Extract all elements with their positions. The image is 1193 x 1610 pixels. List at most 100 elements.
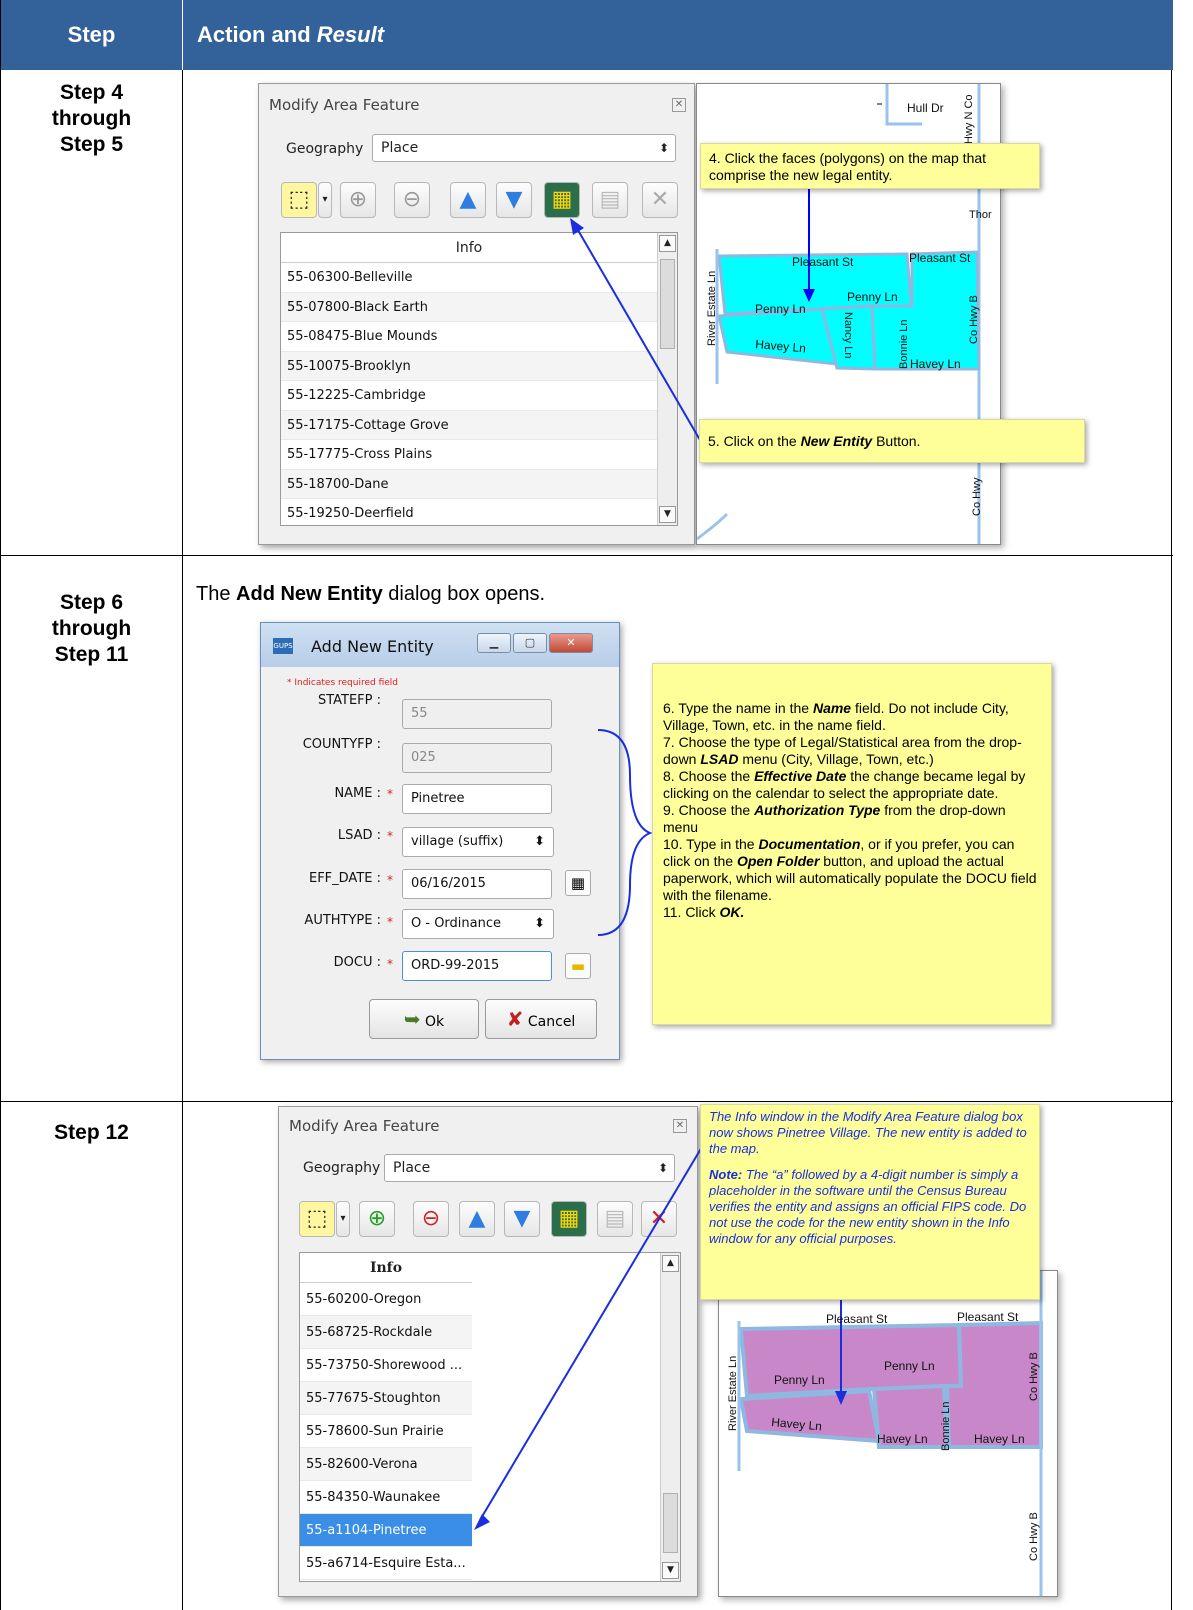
arrow-to-pinetree (474, 1124, 716, 1530)
cancel-icon: ✘ (506, 1007, 524, 1031)
callout-step-4: 4. Click the faces (polygons) on the map… (700, 143, 1040, 189)
map-view-result[interactable]: Pleasant St Pleasant St River Estate Ln … (718, 1270, 1058, 1597)
column-divider (182, 70, 183, 1610)
list-item[interactable]: 55-78600-Sun Prairie (300, 1415, 472, 1448)
map-label: Penny Ln (847, 290, 898, 304)
lsad-select[interactable]: village (suffix) ⬍ (402, 827, 554, 857)
map-label: Pleasant St (909, 251, 971, 265)
dialog-title: Modify Area Feature (289, 1117, 440, 1135)
docu-field[interactable]: ORD-99-2015 (402, 951, 552, 981)
row-divider (1, 555, 1173, 556)
list-item[interactable]: 55-68725-Rockdale (300, 1316, 472, 1349)
field-label: DOCU : (333, 955, 381, 970)
field-label: AUTHTYPE : (304, 913, 381, 928)
page: Step Action and Result Step 4 through Step… (0, 0, 1193, 1610)
geography-label: Geography (286, 141, 364, 157)
field-label: EFF_DATE : (308, 871, 381, 886)
map-label: Co Hwy (971, 477, 983, 516)
chevron-down-icon[interactable]: ▾ (336, 1201, 350, 1237)
list-item[interactable]: 55-a6714-Esquire Esta... (300, 1547, 472, 1580)
field-label: STATEFP : (317, 693, 381, 708)
field-label: NAME : (334, 786, 381, 801)
list-item[interactable]: 55-18700-Dane (281, 469, 657, 499)
map-label: Pleasant St (826, 1312, 888, 1326)
map-label: Co Hwy B (1028, 1512, 1040, 1561)
remove-icon[interactable]: ⊖ (394, 182, 430, 218)
row-divider (1, 1101, 1173, 1102)
required-note: * Indicates required field (287, 678, 399, 688)
required-mark: * (387, 957, 393, 971)
app-icon: GUPS (273, 638, 293, 654)
field-label: LSAD : (337, 828, 381, 843)
ok-icon: ➥ (403, 1007, 421, 1031)
close-icon[interactable]: ✕ (672, 98, 686, 112)
map-label: Pleasant St (792, 255, 854, 269)
scroll-down-icon[interactable]: ▼ (662, 1562, 679, 1579)
map-label: Hull Dr (907, 101, 944, 115)
remove-icon[interactable]: ⊖ (413, 1201, 449, 1237)
calendar-icon[interactable]: ▦ (565, 870, 591, 896)
list-item[interactable]: 55-19250-Deerfield (281, 499, 657, 525)
step-label-6-11: Step 6 through Step 11 (51, 591, 132, 666)
name-field[interactable]: Pinetree (402, 784, 552, 814)
list-item-selected[interactable]: 55-a1104-Pinetree (300, 1514, 472, 1547)
statefp-field[interactable]: 55 (402, 699, 552, 729)
ok-button[interactable]: ➥ Ok (369, 999, 479, 1039)
required-mark: * (387, 787, 393, 801)
required-mark: * (387, 829, 393, 843)
table-header: Step Action and Result (1, 0, 1173, 70)
cancel-button[interactable]: ✘ Cancel (485, 999, 597, 1039)
result-note-callout: The Info window in the Modify Area Featu… (700, 1104, 1040, 1300)
callout-step-5: 5. Click on the New Entity Button. (699, 419, 1085, 463)
arrow-new-entity (570, 218, 701, 441)
required-mark: * (387, 873, 393, 887)
map-label: Havey Ln (910, 357, 961, 371)
row2-intro: The Add New Entity dialog box opens. (196, 583, 546, 605)
scroll-down-icon[interactable]: ▼ (659, 506, 676, 523)
info-header: Info (300, 1253, 472, 1283)
add-icon[interactable]: ⊕ (359, 1201, 395, 1237)
map-canvas: Pleasant St Pleasant St River Estate Ln … (727, 1271, 1043, 1596)
list-item[interactable]: 55-73750-Shorewood ... (300, 1349, 472, 1382)
list-item[interactable]: 55-77675-Stoughton (300, 1382, 472, 1415)
map-label: Pleasant St (957, 1310, 1019, 1324)
map-label: Co Hwy B (968, 295, 980, 344)
map-label: Penny Ln (774, 1373, 825, 1387)
map-label: Havey Ln (974, 1432, 1025, 1446)
list-item[interactable]: 55-60200-Oregon (300, 1283, 472, 1316)
minimize-icon[interactable]: ▁ (477, 633, 511, 653)
brace (597, 729, 653, 936)
authtype-select[interactable]: O - Ordinance ⬍ (402, 909, 554, 939)
map-label: Penny Ln (884, 1359, 935, 1373)
header-step: Step (1, 0, 183, 70)
list-item[interactable]: 55-82600-Verona (300, 1448, 472, 1481)
map-label: Bonnie Ln (940, 1401, 952, 1451)
dialog-title: Modify Area Feature (269, 96, 420, 114)
add-icon[interactable]: ⊕ (340, 182, 376, 218)
step-label-4-5: Step 4 through Step 5 (51, 81, 132, 156)
countyfp-field[interactable]: 025 (402, 743, 552, 773)
move-up-icon[interactable]: ▲ (450, 182, 486, 218)
step-label-12: Step 12 (54, 1121, 129, 1144)
add-new-entity-dialog: GUPS Add New Entity ▁ ▢ ✕ * Indicates re… (260, 622, 620, 1060)
dialog-title: Add New Entity (311, 637, 434, 656)
list-item[interactable]: 55-84350-Waunakee (300, 1481, 472, 1514)
maximize-icon[interactable]: ▢ (513, 633, 547, 653)
entity-polygon (717, 307, 840, 366)
select-tool-icon[interactable]: ⬚ (299, 1201, 335, 1237)
move-down-icon[interactable]: ▼ (496, 182, 532, 218)
pinetree-polygon (738, 1388, 882, 1444)
map-label: Hwy N Co (963, 94, 975, 144)
header-action: Action and Result (197, 22, 385, 47)
eff-date-field[interactable]: 06/16/2015 (402, 869, 552, 899)
required-mark: * (387, 915, 393, 929)
map-label: Havey Ln (877, 1432, 928, 1446)
field-label: COUNTYFP : (302, 737, 381, 752)
geography-select[interactable]: Place ⬍ (372, 134, 676, 162)
select-tool-icon[interactable]: ⬚ (281, 182, 317, 218)
map-label: Penny Ln (755, 302, 806, 316)
folder-icon[interactable]: ▬ (565, 953, 591, 979)
pinetree-polygon (944, 1320, 1043, 1449)
chevron-down-icon[interactable]: ▾ (318, 182, 332, 218)
close-icon[interactable]: ✕ (549, 633, 593, 653)
